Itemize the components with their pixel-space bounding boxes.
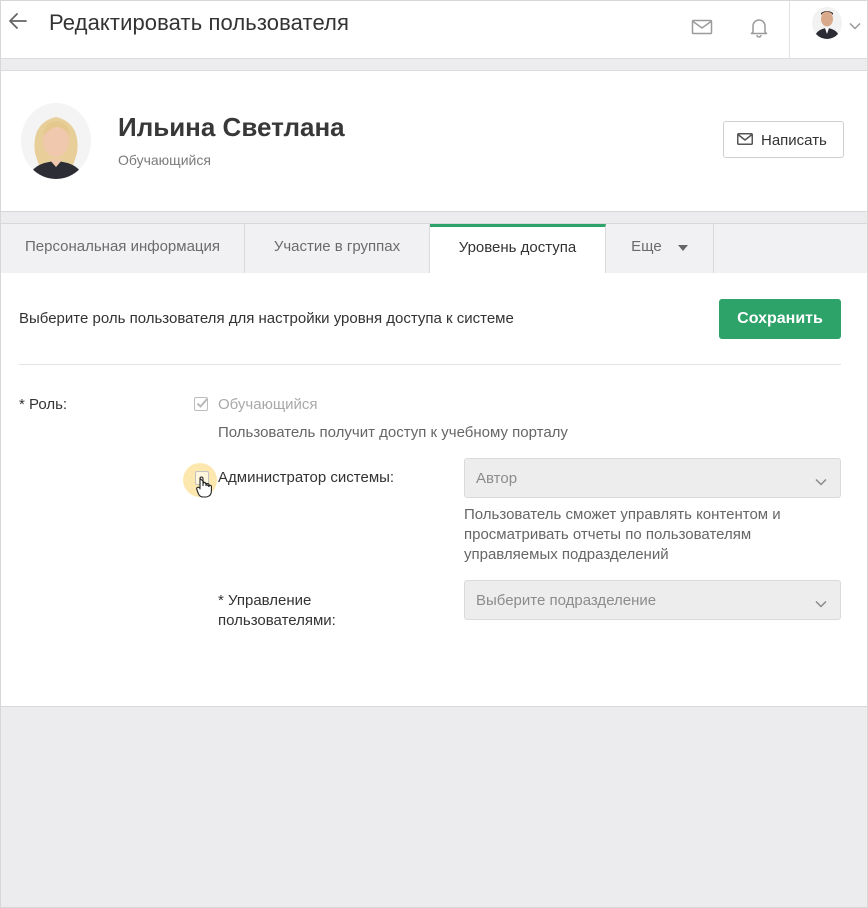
tab-groups[interactable]: Участие в группах: [245, 224, 430, 274]
avatar: [812, 7, 842, 39]
top-bar: Редактировать пользователя: [1, 1, 867, 59]
chevron-down-icon: [849, 17, 861, 35]
access-level-panel: Выберите роль пользователя для настройки…: [1, 273, 867, 707]
department-select-placeholder: Выберите подразделение: [476, 592, 657, 609]
tab-access-level[interactable]: Уровень доступа: [430, 224, 606, 275]
tab-more-label: Еще: [631, 238, 662, 255]
admin-option-label: Администратор системы:: [218, 469, 395, 486]
tab-bar: Персональная информация Участие в группа…: [1, 223, 867, 275]
tab-more[interactable]: Еще: [606, 224, 714, 274]
user-name: Ильина Светлана: [118, 112, 345, 142]
app-frame: Редактировать пользователя Ильина Светла…: [0, 0, 868, 908]
user-role: Обучающийся: [118, 152, 211, 168]
admin-role-select-value: Автор: [476, 470, 518, 487]
role-label: * Роль:: [19, 396, 68, 413]
learner-option-label: Обучающийся: [218, 396, 318, 413]
save-button[interactable]: Сохранить: [719, 299, 841, 339]
envelope-icon: [737, 133, 753, 148]
admin-hint: Пользователь сможет управлять контентом …: [464, 506, 781, 563]
chevron-down-icon: [815, 473, 827, 491]
page-title: Редактировать пользователя: [49, 10, 349, 35]
bell-icon[interactable]: [747, 15, 771, 39]
caret-down-icon: [677, 224, 688, 270]
chevron-down-icon: [815, 595, 827, 613]
divider: [19, 364, 841, 365]
header-divider: [789, 1, 790, 59]
department-select[interactable]: Выберите подразделение: [464, 580, 841, 620]
profile-card: Ильина Светлана Обучающийся Написать: [1, 70, 867, 212]
tab-personal-info[interactable]: Персональная информация: [1, 224, 245, 274]
mail-icon[interactable]: [690, 15, 714, 39]
admin-role-select[interactable]: Автор: [464, 458, 841, 498]
user-menu[interactable]: [807, 7, 863, 43]
user-management-label: * Управление пользователями:: [218, 592, 336, 629]
write-message-button[interactable]: Написать: [723, 121, 844, 158]
access-intro-text: Выберите роль пользователя для настройки…: [19, 310, 514, 327]
back-arrow-icon[interactable]: [7, 9, 29, 33]
write-message-label: Написать: [761, 132, 827, 149]
learner-checkbox[interactable]: [194, 397, 208, 411]
checkmark-icon: [196, 398, 208, 408]
hand-pointer-cursor-icon: [196, 476, 212, 503]
profile-avatar: [21, 103, 91, 179]
learner-hint: Пользователь получит доступ к учебному п…: [218, 424, 568, 441]
